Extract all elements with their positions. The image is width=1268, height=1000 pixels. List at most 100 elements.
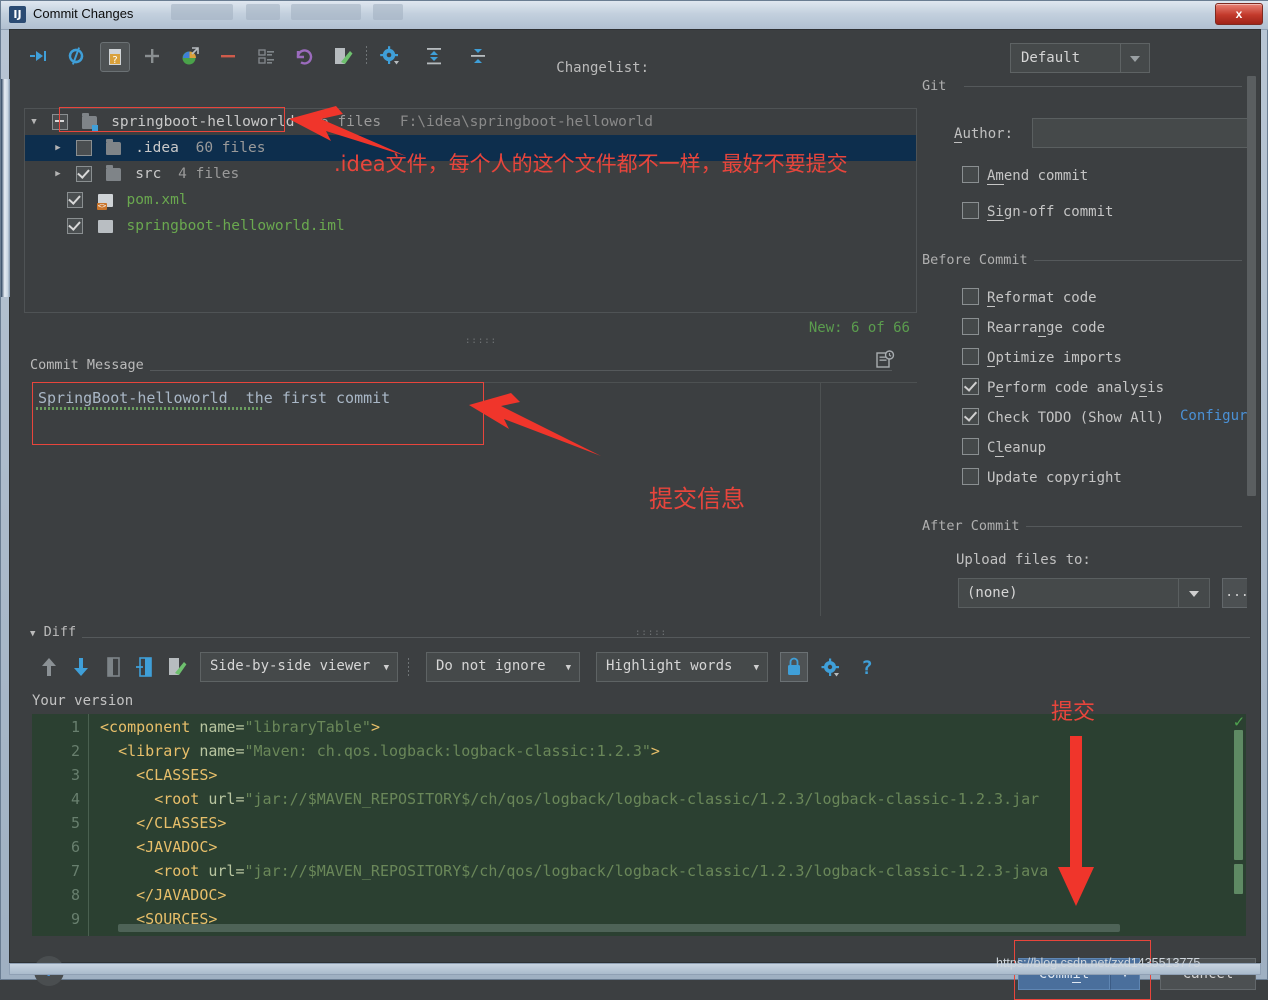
line-number: 3 xyxy=(70,766,80,784)
splitter-grip[interactable]: ::::: xyxy=(635,628,667,638)
diff-settings-icon[interactable] xyxy=(818,655,844,681)
chevron-down-icon[interactable]: ▼ xyxy=(384,663,389,673)
revert-icon[interactable] xyxy=(290,42,318,70)
lock-icon[interactable] xyxy=(780,652,808,682)
remove-icon[interactable] xyxy=(214,42,242,70)
viewer-mode-dropdown[interactable]: Side-by-side viewer ▼ xyxy=(200,652,398,682)
checkbox[interactable] xyxy=(962,166,979,183)
author-label: AAuthor:uthor: xyxy=(954,126,1014,143)
previous-difference-icon[interactable] xyxy=(36,654,62,680)
line-number: 1 xyxy=(70,718,80,736)
move-to-changelist-icon[interactable] xyxy=(176,42,204,70)
rearrange-code-checkbox[interactable]: Rearrange code xyxy=(962,318,1105,337)
diff-section-header[interactable]: ▼ Diff xyxy=(30,624,83,640)
tree-outer-scrollbar[interactable] xyxy=(1,79,10,297)
next-difference-icon[interactable] xyxy=(68,654,94,680)
your-version-label: Your version xyxy=(32,693,134,709)
line-number: 7 xyxy=(70,862,80,880)
optimize-imports-checkbox[interactable]: Optimize imports xyxy=(962,348,1122,367)
perform-code-analysis-checkbox[interactable]: Perform code analysis xyxy=(962,378,1164,397)
commit-button-note: 提交 xyxy=(1051,700,1096,725)
settings-icon[interactable] xyxy=(376,42,404,70)
title-bar: IJ Commit Changes x xyxy=(1,1,1268,30)
diff-marker-strip[interactable]: ✓ xyxy=(1232,714,1246,936)
signoff-commit-checkbox[interactable]: Sign-off commit xyxy=(962,202,1114,221)
expand-all-icon[interactable] xyxy=(420,42,448,70)
checkbox[interactable] xyxy=(75,140,92,156)
idea-row-highlight xyxy=(59,107,285,132)
group-by-icon[interactable] xyxy=(252,42,280,70)
accept-left-icon[interactable] xyxy=(100,654,126,680)
options-scrollbar[interactable] xyxy=(1247,76,1256,616)
checkbox[interactable] xyxy=(67,218,83,234)
cleanup-checkbox[interactable]: Cleanup xyxy=(962,438,1046,457)
chevron-down-icon[interactable]: ▼ xyxy=(25,109,43,135)
signoff-commit-label: gn-off commit xyxy=(1003,204,1114,220)
changed-files-tree[interactable]: ▼ springboot-helloworld 66 files F:\idea… xyxy=(24,108,917,313)
inspection-ok-icon: ✓ xyxy=(1233,714,1244,732)
reformat-code-checkbox[interactable]: Reformat code xyxy=(962,288,1097,307)
checkbox[interactable] xyxy=(962,318,979,335)
svg-text:?: ? xyxy=(112,55,117,66)
unversioned-files-icon[interactable]: ? xyxy=(100,42,130,72)
checkbox[interactable] xyxy=(962,288,979,305)
checkbox[interactable] xyxy=(962,438,979,455)
changelist-dropdown[interactable]: Default xyxy=(1010,43,1150,73)
edit-source-icon[interactable] xyxy=(328,42,356,70)
checkbox[interactable] xyxy=(67,192,83,208)
collapse-all-icon[interactable] xyxy=(464,42,492,70)
checkbox[interactable] xyxy=(962,378,979,395)
reformat-code-label: eformat code xyxy=(995,290,1097,306)
divider xyxy=(30,370,892,371)
iml-file-icon xyxy=(97,219,113,233)
author-field[interactable] xyxy=(1032,118,1252,148)
table-row[interactable]: pom.xml xyxy=(25,187,916,213)
update-copyright-checkbox[interactable]: Update copyright xyxy=(962,468,1122,486)
chevron-down-icon[interactable] xyxy=(1120,44,1149,72)
checkbox[interactable] xyxy=(962,408,979,425)
file-name: pom.xml xyxy=(126,192,188,208)
commit-options-panel: Git AAuthor:uthor: Amend commit Sign-off… xyxy=(922,76,1262,616)
chevron-right-icon[interactable]: ▶ xyxy=(49,161,67,187)
close-icon[interactable]: x xyxy=(1215,3,1263,25)
line-number: 6 xyxy=(70,838,80,856)
folder-icon xyxy=(106,138,122,155)
chevron-down-icon[interactable]: ▼ xyxy=(566,663,571,673)
highlight-mode-dropdown[interactable]: Highlight words ▼ xyxy=(596,652,768,682)
add-icon[interactable] xyxy=(138,42,166,70)
window-title: Commit Changes xyxy=(33,6,134,21)
check-todo-checkbox[interactable]: Check TODO (Show All) xyxy=(962,408,1164,426)
apply-change-icon[interactable] xyxy=(132,654,158,680)
help-icon[interactable]: ? xyxy=(854,655,880,681)
checkbox[interactable] xyxy=(962,348,979,365)
chevron-right-icon[interactable]: ▶ xyxy=(49,135,67,161)
commit-message-history-icon[interactable] xyxy=(875,350,895,370)
diff-code-view[interactable]: 1 2 3 4 5 6 7 8 9 <component name="libra… xyxy=(32,714,1246,936)
chevron-down-icon[interactable] xyxy=(1178,579,1209,607)
upload-files-label: Upload files to: xyxy=(956,552,1091,568)
line-number: 4 xyxy=(70,790,80,808)
git-section-title: Git xyxy=(922,78,947,94)
line-number: 9 xyxy=(70,910,80,928)
edit-source-icon[interactable] xyxy=(164,654,190,680)
refresh-icon[interactable] xyxy=(62,42,90,70)
whitespace-mode-dropdown[interactable]: Do not ignore ▼ xyxy=(426,652,580,682)
table-row[interactable]: springboot-helloworld.iml xyxy=(25,213,916,239)
configure-link[interactable]: Configure xyxy=(1180,408,1256,424)
commit-message-note: 提交信息 xyxy=(649,485,745,513)
checkbox[interactable] xyxy=(962,202,979,219)
chevron-down-icon[interactable]: ▼ xyxy=(754,663,759,673)
commit-message-label: Commit Message xyxy=(30,357,150,373)
code-line: <library name="Maven: ch.qos.logback:log… xyxy=(118,742,660,760)
viewer-mode-value: Side-by-side viewer xyxy=(210,658,371,674)
checkbox[interactable] xyxy=(962,468,979,485)
file-path: F:\idea\springboot-helloworld xyxy=(399,114,654,130)
show-diff-icon[interactable] xyxy=(24,42,52,70)
checkbox[interactable] xyxy=(75,166,92,182)
file-name: .idea xyxy=(135,140,179,156)
upload-target-dropdown[interactable]: (none) xyxy=(958,578,1210,608)
horizontal-scrollbar[interactable] xyxy=(118,924,1120,932)
diff-section-title: Diff xyxy=(43,624,77,640)
amend-commit-checkbox[interactable]: Amend commit xyxy=(962,166,1088,185)
splitter-grip[interactable]: ::::: xyxy=(465,336,497,346)
